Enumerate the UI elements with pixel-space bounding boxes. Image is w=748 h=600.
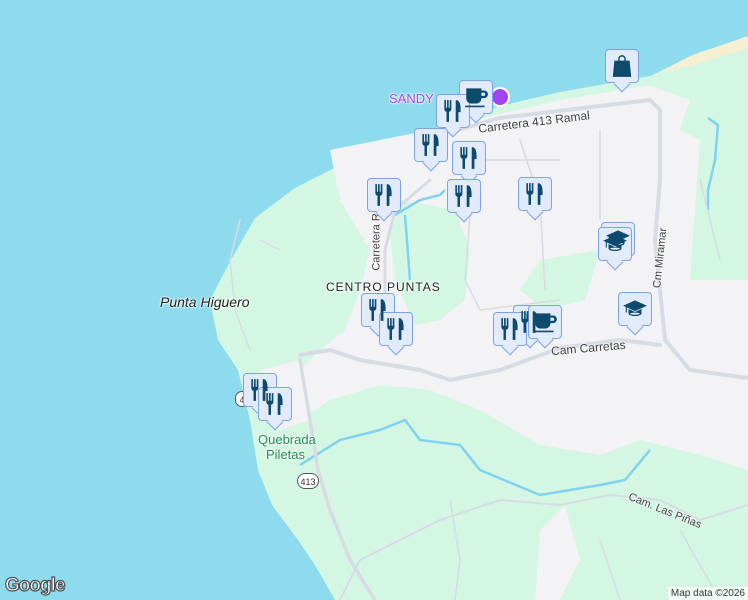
restaurant-icon (440, 98, 466, 124)
marker-restaurant[interactable] (379, 312, 413, 346)
school-icon (622, 296, 648, 322)
marker-coffee[interactable] (528, 305, 562, 339)
marker-restaurant[interactable] (452, 141, 486, 175)
marker-restaurant[interactable] (447, 179, 481, 213)
marker-restaurant[interactable] (518, 177, 552, 211)
map-attribution[interactable]: Map data ©2026 (667, 587, 748, 600)
restaurant-icon (383, 316, 409, 342)
marker-shopping[interactable] (605, 49, 639, 83)
marker-restaurant[interactable] (493, 312, 527, 346)
school-icon (602, 231, 628, 257)
poi-camera-icon[interactable] (490, 87, 510, 107)
restaurant-icon (262, 391, 288, 417)
marker-restaurant[interactable] (436, 94, 470, 128)
restaurant-icon (456, 145, 482, 171)
poi-label-sandy[interactable]: SANDY (389, 91, 434, 106)
restaurant-icon (371, 182, 397, 208)
marker-school[interactable] (598, 227, 632, 261)
marker-restaurant[interactable] (414, 128, 448, 162)
route-shield-413: 413 (297, 473, 319, 489)
place-label-piletas: Piletas (266, 447, 306, 462)
shopping-bag-icon (609, 53, 635, 79)
restaurant-icon (451, 183, 477, 209)
marker-restaurant[interactable] (367, 178, 401, 212)
marker-school[interactable] (618, 292, 652, 326)
restaurant-icon (522, 181, 548, 207)
area-label-centro-puntas: CENTRO PUNTAS (326, 280, 441, 294)
place-label-quebrada: Quebrada (258, 432, 316, 447)
restaurant-icon (418, 132, 444, 158)
marker-restaurant[interactable] (258, 387, 292, 421)
place-label-punta-higuero: Punta Higuero (160, 294, 250, 310)
coffee-icon (532, 309, 558, 335)
restaurant-icon (497, 316, 523, 342)
coffee-icon (463, 84, 489, 110)
google-logo: Google (4, 574, 66, 596)
